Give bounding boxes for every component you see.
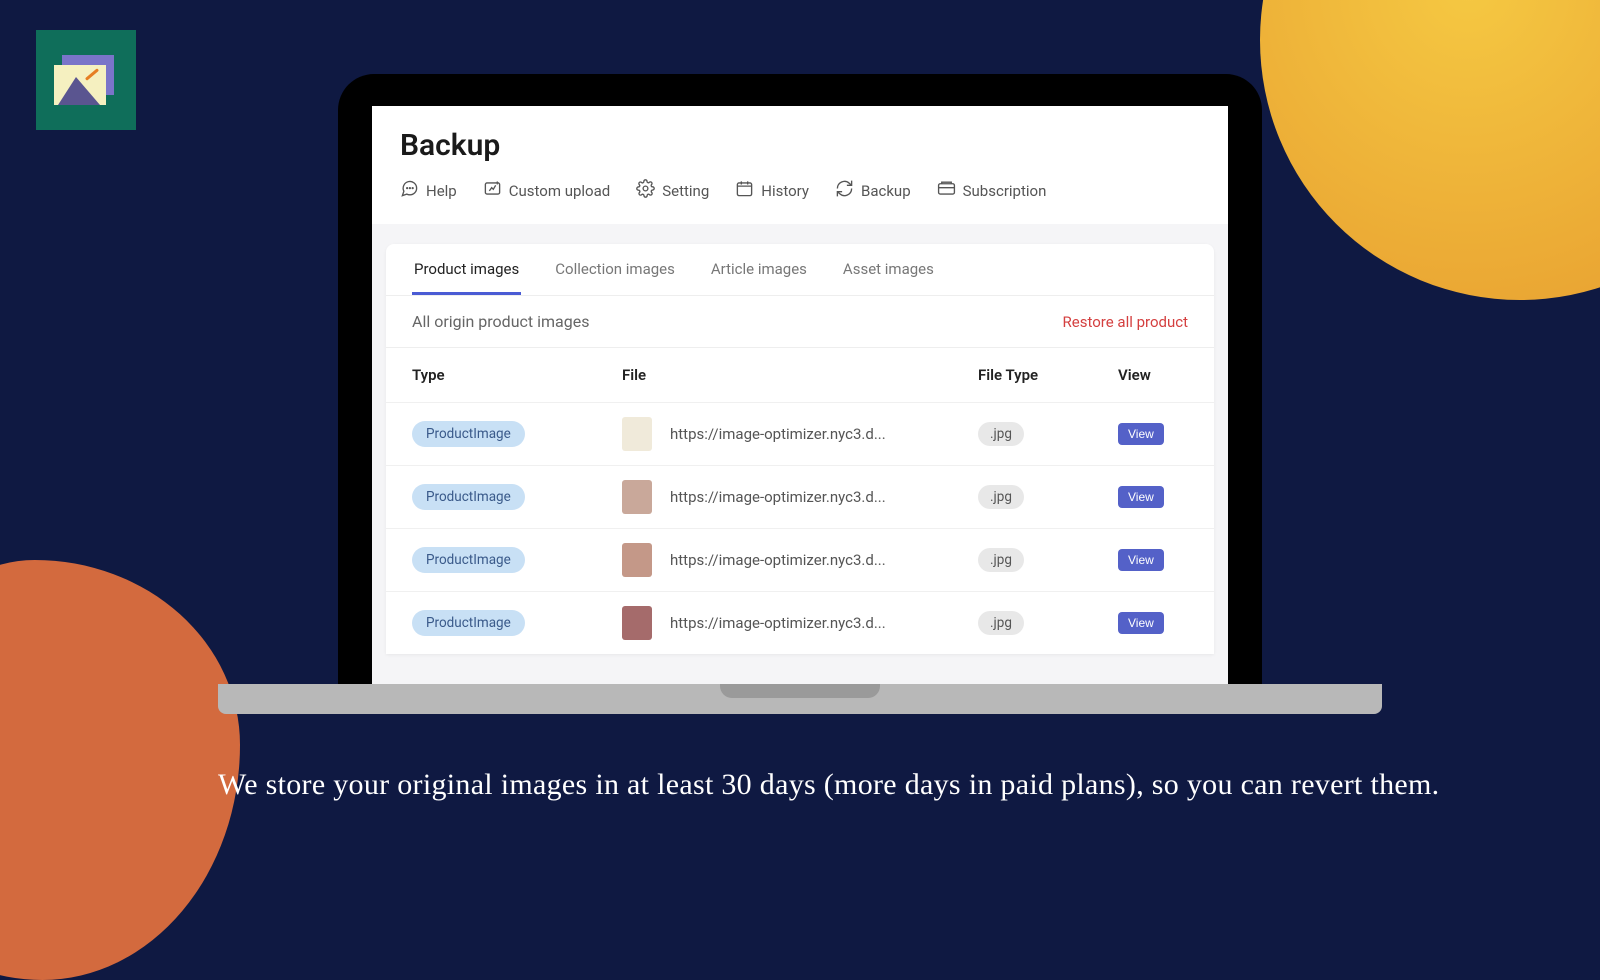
file-url: https://image-optimizer.nyc3.d... <box>670 551 886 569</box>
decor-blob-yellow <box>1260 0 1600 300</box>
toolbar-subscription[interactable]: Subscription <box>937 179 1047 202</box>
col-header-type: Type <box>412 366 622 384</box>
toolbar-setting[interactable]: Setting <box>636 179 709 202</box>
refresh-icon <box>835 179 854 202</box>
toolbar-history[interactable]: History <box>735 179 809 202</box>
view-button[interactable]: View <box>1118 612 1164 634</box>
col-header-file: File <box>622 366 978 384</box>
type-badge: ProductImage <box>412 610 525 636</box>
type-badge: ProductImage <box>412 421 525 447</box>
upload-icon <box>483 179 502 202</box>
thumbnail-icon <box>622 480 652 514</box>
chat-icon <box>400 179 419 202</box>
restore-all-link[interactable]: Restore all product <box>1063 313 1188 331</box>
decor-blob-orange <box>0 560 240 980</box>
marketing-caption: We store your original images in at leas… <box>218 764 1440 806</box>
thumbnail-icon <box>622 417 652 451</box>
filetype-badge: .jpg <box>978 422 1024 446</box>
table-header-row: Type File File Type View <box>386 348 1214 402</box>
toolbar: Help Custom upload Setting History <box>400 179 1200 214</box>
filetype-badge: .jpg <box>978 548 1024 572</box>
toolbar-label: Help <box>426 182 457 200</box>
col-header-view: View <box>1118 366 1188 384</box>
toolbar-label: Backup <box>861 182 911 200</box>
thumbnail-icon <box>622 543 652 577</box>
toolbar-label: Setting <box>662 182 709 200</box>
filetype-badge: .jpg <box>978 485 1024 509</box>
toolbar-custom-upload[interactable]: Custom upload <box>483 179 610 202</box>
view-button[interactable]: View <box>1118 549 1164 571</box>
type-badge: ProductImage <box>412 547 525 573</box>
tab-article-images[interactable]: Article images <box>709 244 809 295</box>
tab-asset-images[interactable]: Asset images <box>841 244 936 295</box>
file-url: https://image-optimizer.nyc3.d... <box>670 488 886 506</box>
filetype-badge: .jpg <box>978 611 1024 635</box>
table-row: ProductImage https://image-optimizer.nyc… <box>386 591 1214 654</box>
toolbar-label: Custom upload <box>509 182 610 200</box>
laptop-mockup: Backup Help Custom upload Setting <box>338 74 1262 714</box>
app-window: Backup Help Custom upload Setting <box>372 106 1228 684</box>
toolbar-label: History <box>761 182 809 200</box>
table-caption: All origin product images <box>412 312 589 331</box>
table-row: ProductImage https://image-optimizer.nyc… <box>386 402 1214 465</box>
app-logo <box>36 30 136 130</box>
toolbar-label: Subscription <box>963 182 1047 200</box>
file-url: https://image-optimizer.nyc3.d... <box>670 614 886 632</box>
laptop-base <box>218 684 1382 714</box>
gear-icon <box>636 179 655 202</box>
table-row: ProductImage https://image-optimizer.nyc… <box>386 528 1214 591</box>
toolbar-help[interactable]: Help <box>400 179 457 202</box>
file-url: https://image-optimizer.nyc3.d... <box>670 425 886 443</box>
toolbar-backup[interactable]: Backup <box>835 179 911 202</box>
card-icon <box>937 179 956 202</box>
view-button[interactable]: View <box>1118 423 1164 445</box>
page-title: Backup <box>400 128 1200 163</box>
calendar-icon <box>735 179 754 202</box>
tab-product-images[interactable]: Product images <box>412 244 521 295</box>
table-row: ProductImage https://image-optimizer.nyc… <box>386 465 1214 528</box>
tab-collection-images[interactable]: Collection images <box>553 244 677 295</box>
type-badge: ProductImage <box>412 484 525 510</box>
tabs: Product images Collection images Article… <box>386 244 1214 296</box>
col-header-filetype: File Type <box>978 366 1118 384</box>
thumbnail-icon <box>622 606 652 640</box>
view-button[interactable]: View <box>1118 486 1164 508</box>
